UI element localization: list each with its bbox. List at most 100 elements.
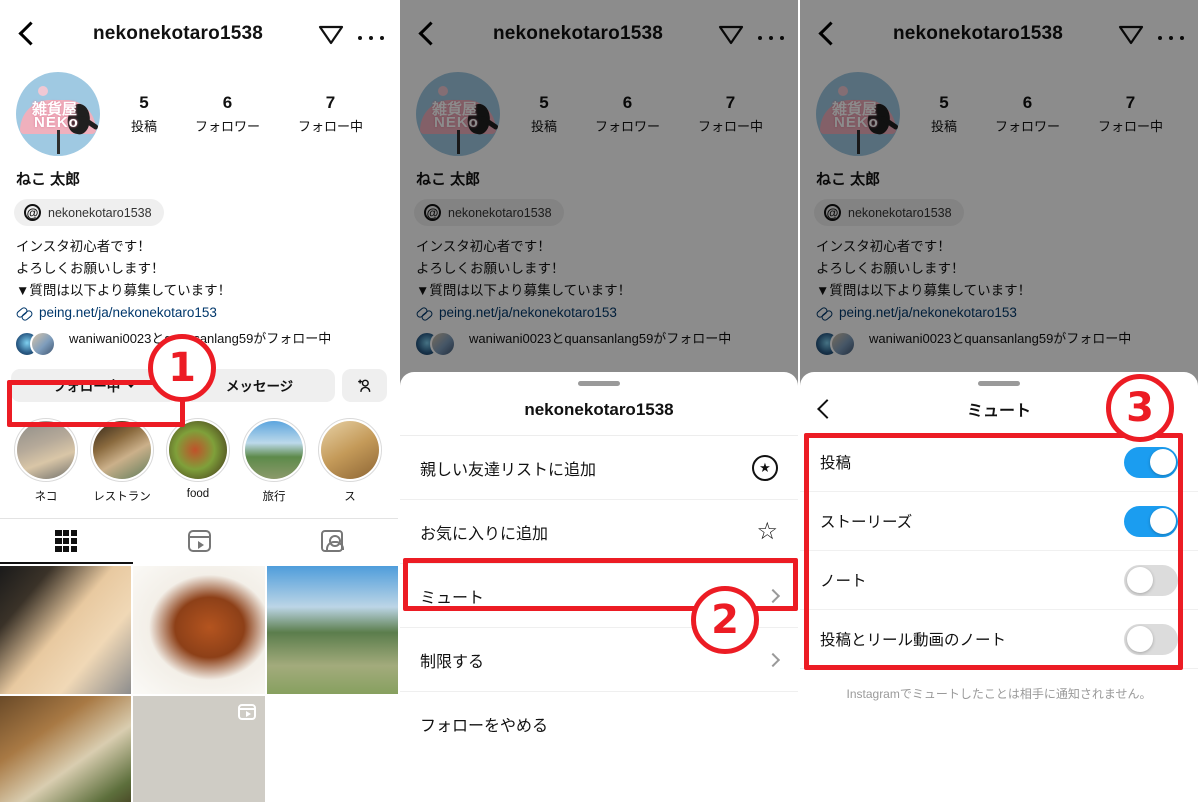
highlight-ring: [242, 417, 306, 482]
step-marker-2: 2: [691, 586, 759, 654]
top-bar: nekonekotaro1538: [0, 0, 398, 68]
bio-line-3: ▼質問は以下より募集しています！: [16, 282, 232, 298]
close-friends-star-icon: ★: [752, 454, 778, 481]
bio-link-row[interactable]: peing.net/ja/nekonekotaro153: [0, 302, 398, 321]
panel-options-sheet: nekonekotaro1538 雑貨屋 NEKo 5 投稿 6 フォロワー 7…: [400, 0, 798, 802]
menu-item-label: フォローをやめる: [420, 718, 549, 735]
options-bottom-sheet: nekonekotaro1538 親しい友達リストに追加 ★ お気に入りに追加 …: [400, 372, 798, 802]
threads-handle: nekonekotaro1538: [48, 205, 152, 220]
mute-row-label: 投稿: [820, 455, 852, 472]
tab-reels[interactable]: [133, 519, 266, 564]
highlight-thumb: [321, 420, 379, 479]
mute-row-label: 投稿とリール動画のノート: [820, 632, 1007, 649]
more-options-icon[interactable]: [358, 21, 384, 47]
menu-item-favorites[interactable]: お気に入りに追加 ☆: [400, 500, 798, 564]
menu-item-unfollow[interactable]: フォローをやめる: [400, 692, 798, 756]
stat-followers[interactable]: 6 フォロワー: [195, 93, 260, 134]
menu-item-label: ミュート: [420, 589, 485, 607]
stat-following-label: フォロー中: [297, 118, 363, 134]
followed-by-avatars: [14, 330, 60, 357]
profile-bio: インスタ初心者です！ よろしくお願いします！ ▼質問は以下より募集しています！: [0, 226, 398, 302]
chevron-right-icon: [765, 588, 781, 603]
tab-grid[interactable]: [0, 519, 133, 564]
stat-posts[interactable]: 5 投稿: [131, 93, 157, 134]
post-thumbnail[interactable]: [133, 565, 265, 694]
post-thumbnail[interactable]: [0, 695, 132, 802]
highlight-item[interactable]: レストラン: [90, 417, 154, 504]
mute-row-notes[interactable]: ノート: [800, 551, 1198, 610]
stat-posts-label: 投稿: [130, 118, 157, 134]
avatar-pole: [57, 130, 60, 154]
step-marker-2-label: 2: [711, 597, 739, 643]
step-marker-1: 1: [148, 334, 216, 402]
stat-posts-count: 5: [139, 93, 149, 113]
stat-followers-count: 6: [222, 93, 233, 113]
stat-following-count: 7: [325, 93, 336, 113]
menu-item-close-friends[interactable]: 親しい友達リストに追加 ★: [400, 436, 798, 500]
mutual-avatar-2: [30, 330, 56, 357]
options-sheet-title: nekonekotaro1538: [400, 386, 798, 436]
highlight-thumb: [169, 420, 227, 479]
step-marker-3-label: 3: [1126, 385, 1154, 431]
tab-tagged[interactable]: [265, 519, 398, 564]
avatar-brand-bottom: NEKo: [34, 114, 79, 131]
reels-icon: [187, 530, 211, 553]
threads-icon: @: [24, 204, 41, 221]
page-title: nekonekotaro1538: [92, 23, 264, 44]
mute-row-label: ノート: [820, 573, 867, 590]
toggle-posts[interactable]: [1124, 446, 1178, 478]
highlight-caption: レストラン: [93, 490, 151, 503]
stats-row: 5 投稿 6 フォロワー 7 フォロー中: [100, 93, 382, 134]
toggle-knob: [1149, 449, 1176, 475]
toggle-knob: [1126, 626, 1153, 652]
post-thumbnail[interactable]: [0, 565, 132, 694]
toggle-knob: [1149, 508, 1176, 534]
following-button-label: フォロー中: [52, 379, 121, 395]
stat-following[interactable]: 7 フォロー中: [298, 93, 363, 134]
menu-item-label: 親しい友達リストに追加: [420, 461, 597, 479]
highlight-thumb: [93, 420, 151, 479]
highlight-ring: [318, 417, 382, 482]
highlight-item[interactable]: food: [166, 417, 230, 504]
toggle-notes[interactable]: [1124, 564, 1178, 596]
toggle-stories[interactable]: [1124, 505, 1178, 537]
mute-row-stories[interactable]: ストーリーズ: [800, 492, 1198, 551]
stat-followers-label: フォロワー: [194, 118, 260, 134]
tagged-person-icon: [320, 530, 344, 553]
screenshot-stage: nekonekotaro1538 雑貨屋 NEKo 5 投稿 6 フォロワー 7…: [0, 0, 1200, 802]
panel-mute-sheet: nekonekotaro1538 雑貨屋 NEKo 5 投稿 6 フォロワー 7…: [800, 0, 1198, 802]
back-chevron-icon[interactable]: [14, 21, 40, 47]
chevron-down-icon: [125, 376, 137, 388]
highlight-caption: food: [186, 487, 210, 500]
threads-badge[interactable]: @ nekonekotaro1538: [14, 199, 164, 226]
highlight-item[interactable]: ネコ: [14, 417, 78, 504]
person-add-icon[interactable]: [342, 368, 388, 402]
story-highlights: ネコ レストラン food 旅行 ス: [0, 402, 398, 504]
avatar-flower: [38, 86, 48, 96]
favorite-star-outline-icon: ☆: [756, 517, 778, 545]
highlight-ring: [166, 417, 230, 482]
post-grid: [0, 565, 398, 802]
highlight-item[interactable]: ス: [318, 417, 382, 504]
toggle-post-reel-notes[interactable]: [1124, 623, 1178, 655]
profile-full-name: ねこ 太郎: [16, 171, 81, 188]
share-paperplane-icon[interactable]: [316, 19, 346, 49]
mute-row-label: ストーリーズ: [820, 514, 913, 531]
step-marker-1-label: 1: [168, 345, 196, 391]
highlight-item[interactable]: 旅行: [242, 417, 306, 504]
mute-sheet-note: Instagramでミュートしたことは相手に通知されません。: [846, 687, 1152, 701]
highlight-thumb: [245, 420, 303, 479]
highlight-thumb: [17, 420, 75, 479]
bio-line-2: よろしくお願いします！: [16, 260, 165, 276]
post-thumbnail-empty: [266, 695, 398, 802]
profile-header: 雑貨屋 NEKo 5 投稿 6 フォロワー 7 フォロー中: [0, 68, 398, 156]
post-thumbnail[interactable]: [133, 695, 265, 802]
mute-row-post-reel-notes[interactable]: 投稿とリール動画のノート: [800, 610, 1198, 669]
bio-link-url: peing.net/ja/nekonekotaro153: [39, 305, 217, 321]
highlight-ring: [90, 417, 154, 482]
avatar[interactable]: 雑貨屋 NEKo: [16, 72, 100, 156]
highlight-ring: [14, 417, 78, 482]
link-chain-icon: [16, 305, 32, 321]
toggle-knob: [1126, 567, 1153, 593]
post-thumbnail[interactable]: [266, 565, 398, 694]
